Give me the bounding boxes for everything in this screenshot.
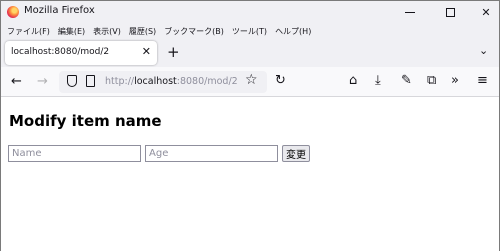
tab-strip: localhost:8080/mod/2 ✕ + ⌄ [1,39,499,67]
page-icon[interactable] [86,75,95,87]
title-bar: Mozilla Firefox ✕ [1,1,499,23]
navigation-bar: ← → http://localhost:8080/mod/2 ☆ ↻ ⌂ ⤓ … [1,67,499,97]
wrench-icon[interactable]: ✎ [401,73,412,88]
firefox-logo-icon [7,6,19,18]
menu-history[interactable]: 履歴(S) [129,26,156,37]
tab-label: localhost:8080/mod/2 [11,47,110,57]
url-path: :8080/mod/2 [176,76,238,87]
chevron-down-icon[interactable]: ⌄ [479,44,488,57]
url-bar[interactable]: http://localhost:8080/mod/2 [59,71,267,93]
page-content: Modify item name 変更 [1,98,499,251]
star-icon[interactable]: ☆ [245,72,258,88]
window-title: Mozilla Firefox [24,5,95,16]
minimize-icon [405,11,415,13]
page-title: Modify item name [9,112,162,130]
browser-window: Mozilla Firefox ✕ ファイル(F) 編集(E) 表示(V) 履歴… [0,0,500,251]
arrow-right-icon[interactable]: → [37,74,48,89]
puzzle-icon[interactable]: ⧉ [427,73,436,88]
shield-icon[interactable] [67,75,77,87]
menu-file[interactable]: ファイル(F) [7,26,50,37]
url-text: http://localhost:8080/mod/2 [105,76,238,87]
name-input[interactable] [8,145,141,162]
menu-edit[interactable]: 編集(E) [58,26,85,37]
menu-tools[interactable]: ツール(T) [232,26,267,37]
url-scheme: http:// [105,76,135,87]
maximize-button[interactable] [433,1,467,23]
maximize-icon [445,7,455,17]
close-window-button[interactable]: ✕ [469,1,500,23]
minimize-button[interactable] [393,1,427,23]
plus-icon[interactable]: + [167,43,180,61]
modify-button[interactable]: 変更 [282,145,310,162]
tab-active[interactable]: localhost:8080/mod/2 ✕ [5,41,157,65]
close-icon[interactable]: ✕ [142,45,151,58]
menu-bar: ファイル(F) 編集(E) 表示(V) 履歴(S) ブックマーク(B) ツール(… [1,23,499,39]
double-chevron-icon[interactable]: » [451,73,459,88]
age-input[interactable] [145,145,278,162]
menu-bookmarks[interactable]: ブックマーク(B) [164,26,224,37]
menu-view[interactable]: 表示(V) [93,26,121,37]
arrow-left-icon[interactable]: ← [11,74,22,89]
hamburger-menu-icon[interactable]: ≡ [477,73,488,88]
url-host: localhost [134,76,177,87]
reload-icon[interactable]: ↻ [275,73,286,88]
close-icon: ✕ [481,5,491,19]
download-icon[interactable]: ⤓ [375,73,381,88]
menu-help[interactable]: ヘルプ(H) [275,26,311,37]
home-icon[interactable]: ⌂ [349,73,357,88]
